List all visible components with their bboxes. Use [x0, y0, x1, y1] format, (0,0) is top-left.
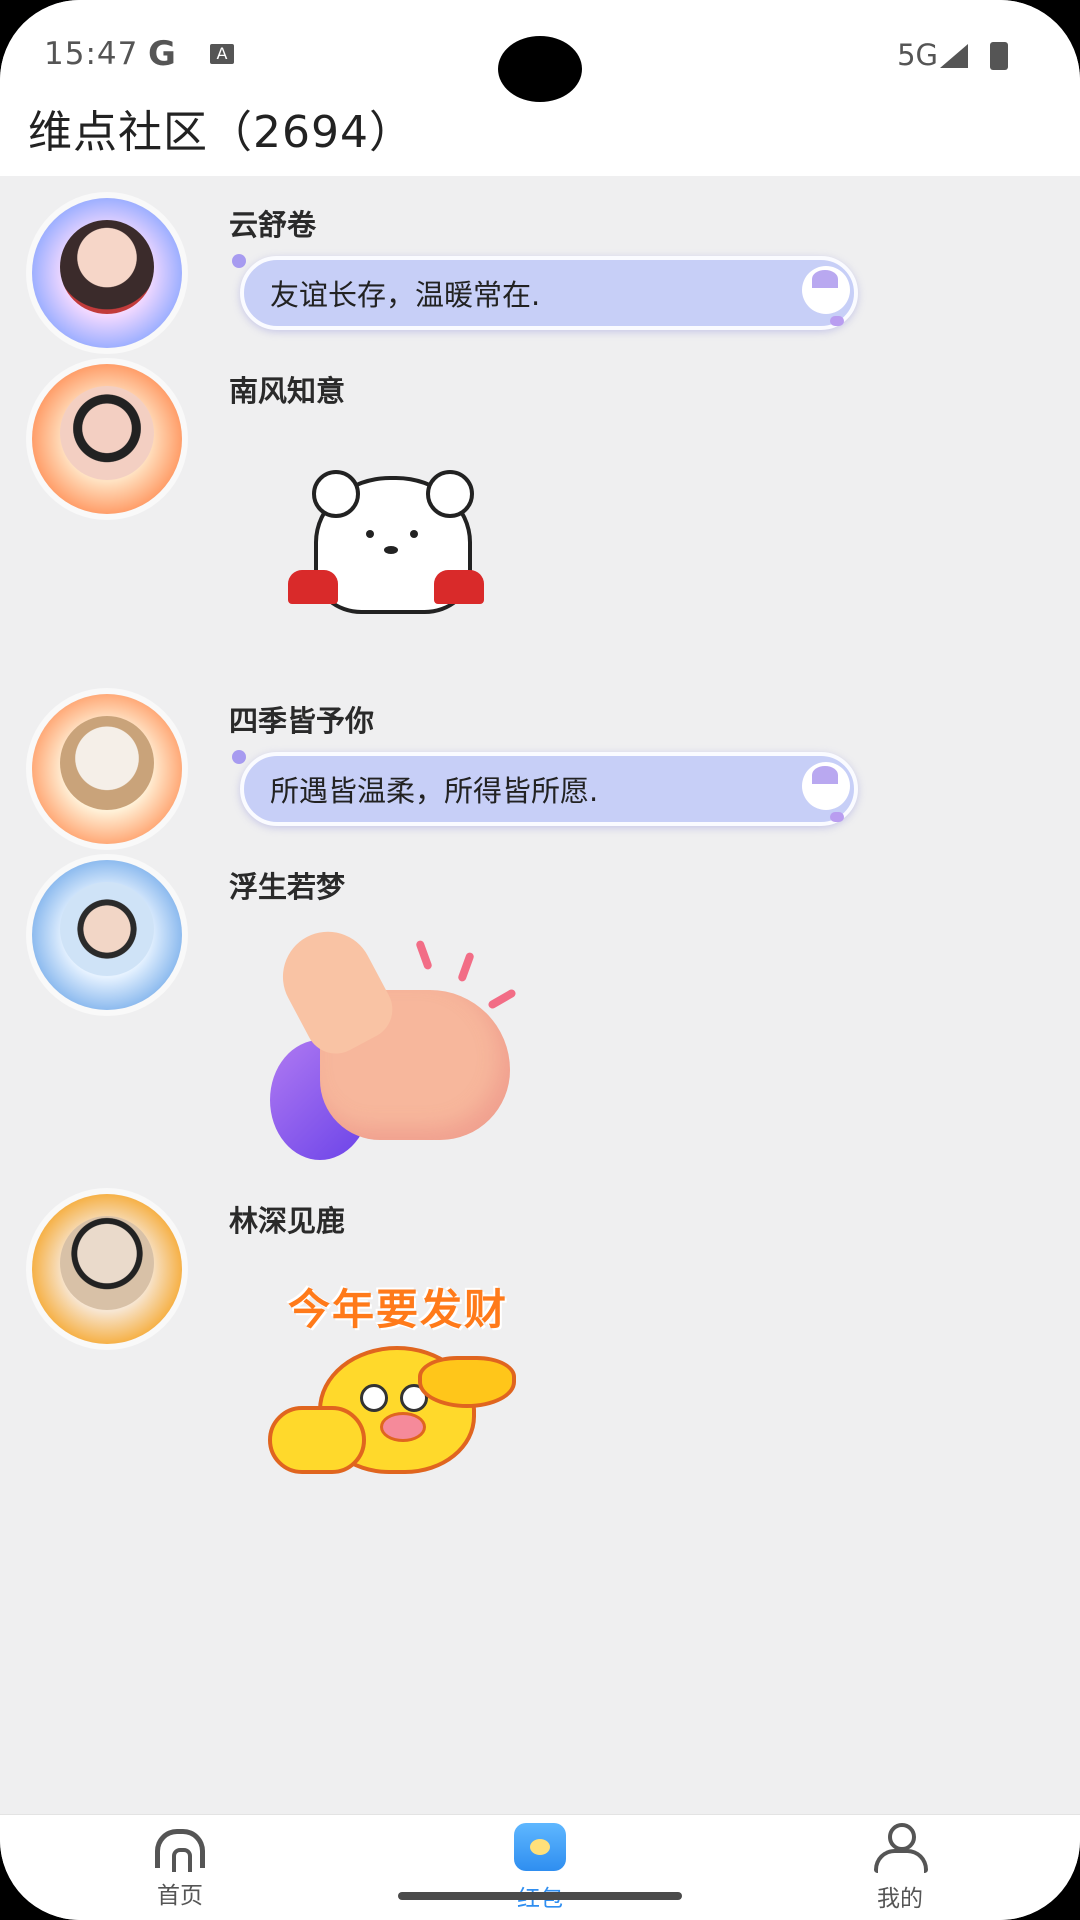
bear-sticker-icon[interactable]	[284, 466, 504, 616]
bubble-dot	[232, 254, 246, 268]
sender-name: 林深见鹿	[229, 1204, 346, 1238]
home-icon	[155, 1829, 205, 1872]
avatar-sunglasses-icon[interactable]	[32, 364, 182, 514]
network-label: 5G	[897, 38, 938, 72]
avatar-photo	[60, 220, 154, 314]
signal-icon	[940, 44, 968, 68]
unicorn-icon	[802, 762, 850, 810]
avatar-photo	[60, 716, 154, 810]
avatar-photo	[60, 1216, 154, 1310]
heart-icon	[830, 316, 844, 326]
thumbs-up-sticker-icon[interactable]	[267, 915, 530, 1160]
avatar-girl-icon[interactable]	[32, 198, 182, 348]
nav-home[interactable]: 首页	[100, 1823, 260, 1910]
heart-icon	[830, 812, 844, 822]
avatar-child-icon[interactable]	[32, 860, 182, 1010]
sender-name: 四季皆予你	[229, 704, 375, 738]
gold-ingot-icon	[418, 1356, 516, 1408]
nav-home-label: 首页	[157, 1883, 203, 1909]
avatar-photo	[60, 386, 154, 480]
avatar-sheep-icon[interactable]	[32, 1194, 182, 1344]
status-time: 15:47	[44, 36, 139, 72]
message-bubble[interactable]: 所遇皆温柔，所得皆所愿.	[240, 752, 858, 826]
bubble-dot	[232, 750, 246, 764]
message-text: 友谊长存，温暖常在.	[270, 278, 541, 312]
message-text: 所遇皆温柔，所得皆所愿.	[270, 774, 599, 808]
gesture-bar[interactable]	[398, 1892, 682, 1900]
avatar-photo	[60, 882, 154, 976]
red-packet-icon	[514, 1823, 566, 1871]
chick-sticker-icon[interactable]: 今年要发财	[268, 1276, 516, 1476]
sender-name: 浮生若梦	[229, 870, 346, 904]
page-title: 维点社区（2694）	[28, 107, 414, 158]
user-icon	[872, 1823, 928, 1873]
camera-cutout	[498, 36, 582, 102]
unicorn-icon	[802, 266, 850, 314]
top-bar: 15:47 G A 5G 维点社区（2694）	[0, 0, 1080, 176]
nav-me[interactable]: 我的	[820, 1823, 980, 1913]
sender-name: 云舒卷	[229, 208, 317, 242]
google-icon: G	[148, 34, 176, 74]
bottom-nav: 首页 红包 我的	[0, 1814, 1080, 1920]
battery-icon	[990, 42, 1008, 70]
sender-name: 南风知意	[229, 374, 346, 408]
app-screen: 15:47 G A 5G 维点社区（2694） 云舒卷 友谊长存，温暖常在. 南…	[0, 0, 1080, 1920]
notification-icon: A	[210, 44, 234, 64]
message-bubble[interactable]: 友谊长存，温暖常在.	[240, 256, 858, 330]
nav-me-label: 我的	[877, 1886, 923, 1912]
sticker-text: 今年要发财	[288, 1285, 509, 1334]
avatar-dog-cat-icon[interactable]	[32, 694, 182, 844]
